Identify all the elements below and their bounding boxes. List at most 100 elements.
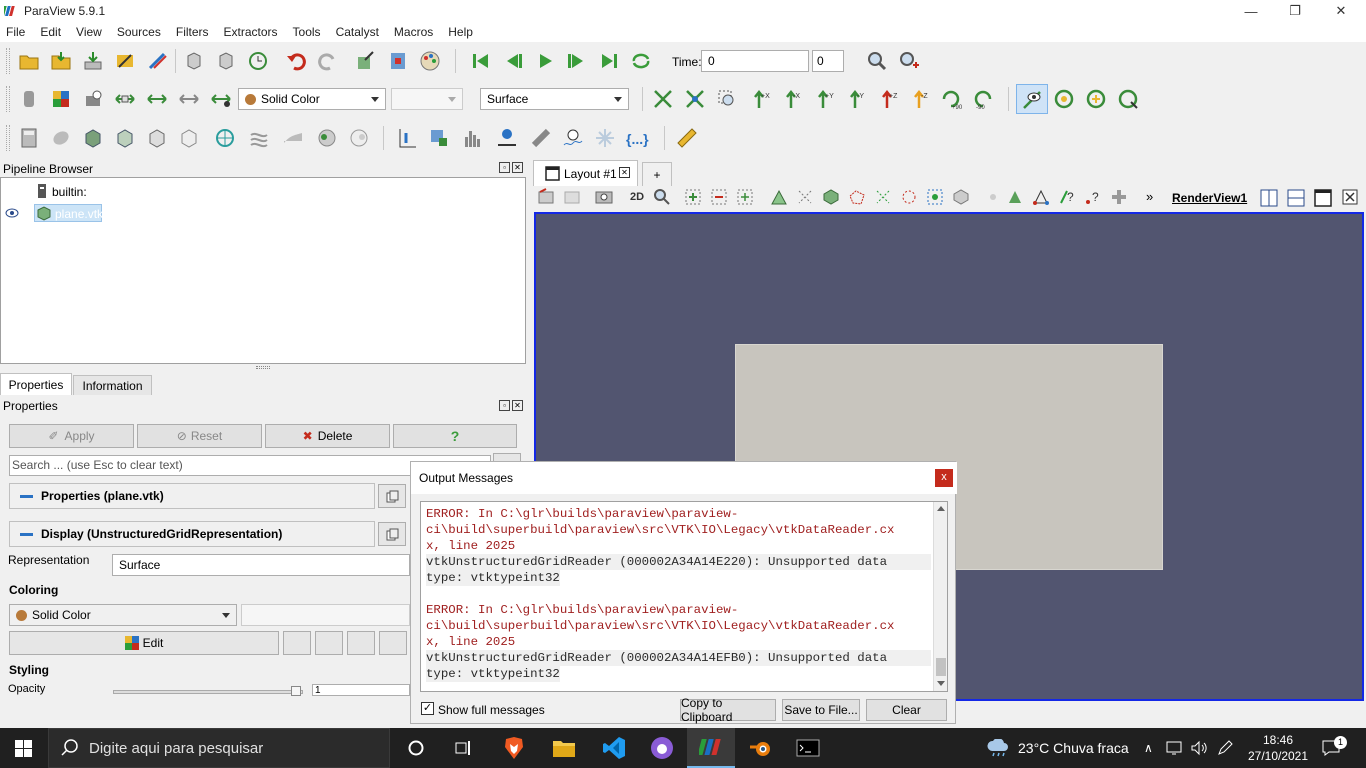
hover-points-icon[interactable]: [874, 188, 892, 206]
zoom-lens-icon[interactable]: [652, 187, 672, 207]
plot-over-line-icon[interactable]: [396, 127, 418, 149]
add-selection-icon[interactable]: [1110, 188, 1128, 206]
menu-tools[interactable]: Tools: [293, 25, 321, 39]
close-pane-icon[interactable]: ✕: [512, 162, 523, 173]
select-block-icon[interactable]: [822, 188, 840, 206]
python-script-icon[interactable]: {...}: [626, 131, 649, 147]
section-display-header[interactable]: Display (UnstructuredGridRepresentation): [9, 521, 375, 547]
splitter-handle[interactable]: [256, 366, 270, 369]
taskbar-brave[interactable]: [490, 728, 538, 768]
notifications-button[interactable]: 1: [1322, 736, 1347, 758]
toolbar-grip[interactable]: [6, 86, 10, 112]
select-points-on-icon[interactable]: [710, 188, 728, 206]
reset-session-icon[interactable]: [247, 50, 269, 72]
find-data-icon[interactable]: [355, 50, 377, 72]
zoom-to-box-icon[interactable]: [716, 88, 738, 110]
cell-query-icon[interactable]: ?: [1084, 188, 1102, 206]
rotate-90-cw-icon[interactable]: +90: [940, 88, 962, 110]
warp-by-vector-icon[interactable]: [282, 127, 304, 149]
scrollbar-thumb[interactable]: [936, 658, 946, 676]
color-palette-icon[interactable]: [419, 50, 441, 72]
interaction-mode-button[interactable]: [1016, 84, 1048, 114]
last-frame-icon[interactable]: [598, 50, 620, 72]
reset-camera-closest-icon[interactable]: [684, 88, 706, 110]
select-points-through-icon[interactable]: [796, 188, 814, 206]
menu-sources[interactable]: Sources: [117, 25, 161, 39]
add-layout-button[interactable]: +: [642, 162, 672, 186]
rescale-range-icon[interactable]: [114, 88, 136, 110]
cylinder-icon[interactable]: [18, 88, 40, 110]
disconnect-icon[interactable]: [146, 50, 168, 72]
shrink-selection-icon[interactable]: [952, 188, 970, 206]
coloring-select[interactable]: Solid Color: [9, 604, 237, 626]
help-button[interactable]: ?: [393, 424, 517, 448]
edit-color-map-icon[interactable]: [50, 88, 72, 110]
rescale-visible-icon[interactable]: [178, 88, 200, 110]
messages-textarea[interactable]: ERROR: In C:\glr\builds\paraview\paravie…: [420, 501, 948, 692]
play-icon[interactable]: [534, 50, 556, 72]
undo-camera-icon[interactable]: [183, 50, 205, 72]
taskbar-terminal[interactable]: [784, 728, 832, 768]
visibility-eye-icon[interactable]: [5, 208, 19, 218]
group-datasets-icon[interactable]: [316, 127, 338, 149]
clear-selection-icon[interactable]: [984, 188, 1002, 206]
toggle-2d-button[interactable]: 2D: [630, 191, 644, 203]
stream-tracer-icon[interactable]: [248, 127, 270, 149]
time-step-spinbox[interactable]: 0: [812, 50, 844, 72]
toolbar-grip[interactable]: [6, 48, 10, 74]
save-to-file-button[interactable]: Save to File...: [782, 699, 860, 721]
query-icon[interactable]: ?: [1058, 188, 1076, 206]
menu-view[interactable]: View: [76, 25, 102, 39]
color-by-select[interactable]: Solid Color: [238, 88, 386, 110]
show-full-messages-checkbox[interactable]: ✓: [421, 702, 434, 715]
more-tools-button[interactable]: »: [1146, 189, 1153, 204]
threshold-icon[interactable]: [146, 127, 168, 149]
close-tab-icon[interactable]: ✕: [619, 167, 630, 178]
menu-file[interactable]: File: [6, 25, 25, 39]
tab-properties[interactable]: Properties: [0, 373, 72, 395]
next-frame-icon[interactable]: [566, 50, 588, 72]
redo-icon[interactable]: [317, 50, 339, 72]
calculator-icon[interactable]: [18, 127, 40, 149]
clear-button[interactable]: Clear: [866, 699, 947, 721]
select-polygon-icon[interactable]: [848, 188, 866, 206]
tab-layout-1[interactable]: Layout #1 ✕: [533, 160, 638, 186]
view-pos-z-icon[interactable]: +Z: [876, 88, 898, 110]
rescale-temporal-small-button[interactable]: [379, 631, 407, 655]
reset-button[interactable]: ⊘ Reset: [137, 424, 262, 448]
scroll-up-icon[interactable]: [937, 506, 945, 511]
menu-help[interactable]: Help: [448, 25, 473, 39]
tab-information[interactable]: Information: [73, 375, 152, 395]
taskbar-paraview[interactable]: [687, 728, 735, 768]
windows-start-icon[interactable]: [15, 740, 32, 757]
point-label-icon[interactable]: [1032, 188, 1050, 206]
loop-icon[interactable]: [630, 50, 652, 72]
ruler-icon[interactable]: [676, 127, 698, 149]
menu-catalyst[interactable]: Catalyst: [336, 25, 379, 39]
messages-scrollbar[interactable]: [933, 502, 947, 691]
capture-screenshot-icon[interactable]: [594, 187, 614, 207]
opacity-input[interactable]: 1: [312, 684, 410, 696]
pipeline-browser[interactable]: builtin: plane.vtk: [0, 177, 526, 364]
glyph-icon[interactable]: [214, 127, 236, 149]
edit-color-map-button[interactable]: Edit: [9, 631, 279, 655]
restore-button[interactable]: ❐: [1272, 0, 1318, 22]
split-view-icon[interactable]: [387, 50, 409, 72]
pick-center-icon[interactable]: [1085, 88, 1107, 110]
task-view-button[interactable]: [440, 728, 488, 768]
clip-icon[interactable]: [82, 127, 104, 149]
probe-location-icon[interactable]: [428, 127, 450, 149]
copy-display-button[interactable]: [378, 522, 406, 546]
copy-to-clipboard-button[interactable]: Copy to Clipboard: [680, 696, 776, 724]
rescale-custom-icon[interactable]: [146, 88, 168, 110]
rescale-custom-small-button[interactable]: [315, 631, 343, 655]
toolbar-grip[interactable]: [6, 125, 10, 151]
view-pos-y-icon[interactable]: +Y: [812, 88, 834, 110]
float-pane-icon[interactable]: ▫: [499, 162, 510, 173]
section-properties-header[interactable]: Properties (plane.vtk): [9, 483, 375, 509]
reset-camera-icon[interactable]: [652, 88, 674, 110]
copy-properties-button[interactable]: [378, 484, 406, 508]
connect-icon[interactable]: [114, 50, 136, 72]
taskbar-vscode[interactable]: [590, 728, 638, 768]
float-pane-icon[interactable]: ▫: [499, 400, 510, 411]
